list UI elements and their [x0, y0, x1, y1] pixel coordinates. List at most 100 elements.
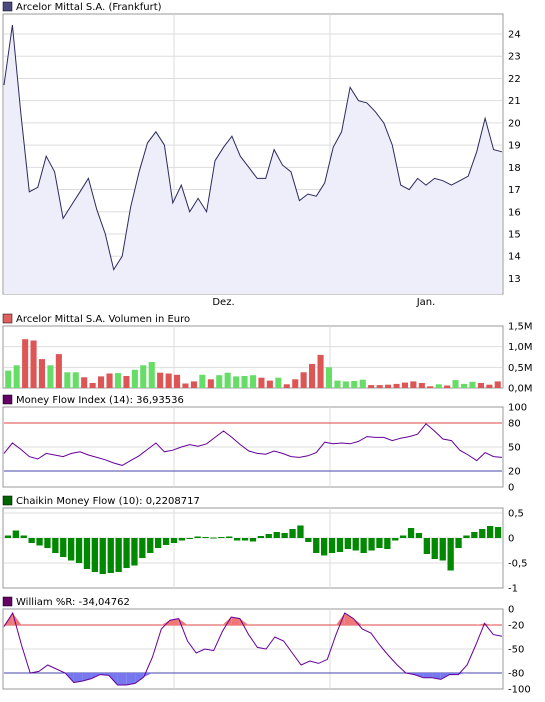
- volume-bar: [106, 373, 113, 388]
- volume-bar: [325, 367, 332, 388]
- volume-bar: [5, 370, 12, 388]
- volume-bar: [233, 376, 240, 388]
- chaikin-bar: [60, 538, 67, 557]
- price-panel: Arcelor Mittal S.A. (Frankfurt) 13 14 15 16…: [2, 1, 521, 308]
- mfi-series: [3, 423, 503, 466]
- chaikin-bar: [289, 529, 296, 538]
- overbought-fill: [475, 623, 485, 625]
- chaikin-bar: [297, 525, 304, 538]
- chaikin-bar: [494, 527, 502, 538]
- volume-bar: [148, 362, 155, 388]
- y-tick-label: -80: [508, 669, 524, 680]
- y-tick-label: 1,5M: [508, 322, 533, 333]
- chaikin-bar: [123, 538, 130, 568]
- volume-legend-swatch: [2, 313, 13, 324]
- chaikin-bar: [36, 538, 43, 546]
- x-tick-label-dez: Dez.: [212, 297, 234, 308]
- volume-bar: [22, 339, 29, 388]
- chaikin-bar: [210, 537, 217, 539]
- mfi-panel: Money Flow Index (14): 36,93536 0 20 50 80 1…: [2, 394, 527, 494]
- volume-bar: [98, 376, 105, 388]
- chaikin-bar: [455, 538, 462, 548]
- y-tick-label: 0,5: [508, 509, 524, 520]
- volume-bar: [376, 385, 383, 388]
- chaikin-bar: [131, 538, 138, 566]
- chaikin-bar: [479, 529, 486, 538]
- volume-bar: [283, 384, 290, 388]
- williams-title: William %R: -34,04762: [16, 597, 130, 608]
- chaikin-bars: [4, 525, 502, 574]
- volume-bar: [89, 383, 96, 388]
- y-tick-label: 100: [508, 403, 527, 414]
- volume-bar: [351, 381, 358, 388]
- y-tick-label: 15: [508, 230, 521, 241]
- y-tick-label: 19: [508, 141, 521, 152]
- volume-bar: [114, 373, 121, 388]
- mfi-grid: [4, 407, 502, 487]
- chaikin-bar: [423, 538, 430, 554]
- volume-title: Arcelor Mittal S.A. Volumen in Euro: [16, 314, 190, 325]
- chaikin-bar: [155, 538, 162, 548]
- price-legend-swatch: [2, 1, 13, 12]
- volume-bar: [250, 375, 257, 388]
- chaikin-bar: [20, 535, 27, 538]
- chaikin-bar: [249, 538, 257, 542]
- volume-bar: [55, 354, 62, 388]
- y-tick-label: 18: [508, 163, 521, 174]
- volume-bar: [81, 377, 88, 388]
- chaikin-bar: [281, 533, 288, 538]
- y-tick-label: 1,0M: [508, 342, 533, 353]
- chaikin-bar: [28, 538, 35, 543]
- chaikin-bar: [257, 536, 264, 538]
- chaikin-bar: [344, 538, 351, 549]
- price-y-axis: 13 14 15 16 17 18 19 20 21 22 23 24: [508, 30, 521, 285]
- volume-bar: [401, 382, 408, 388]
- oversold-fill: [423, 673, 433, 678]
- williams-panel: William %R: -34,04762 -100 -80 -50 -20 0: [2, 596, 531, 696]
- chaikin-bar: [471, 532, 478, 538]
- volume-bar: [224, 372, 231, 388]
- y-tick-label: 80: [508, 419, 521, 430]
- y-tick-label: -0,5: [508, 559, 528, 570]
- mfi-y-axis: 0 20 50 80 100: [508, 403, 527, 494]
- y-tick-label: -100: [508, 685, 531, 696]
- volume-bar: [30, 340, 37, 388]
- volume-bar: [275, 377, 282, 388]
- volume-bar: [292, 379, 299, 388]
- volume-bar: [266, 380, 273, 388]
- volume-bar: [72, 372, 79, 388]
- chaikin-legend-swatch: [2, 495, 13, 506]
- y-tick-label: 20: [508, 118, 521, 129]
- volume-bar: [165, 373, 172, 388]
- chaikin-bar: [44, 538, 51, 548]
- volume-bar: [123, 376, 130, 388]
- chaikin-bar: [147, 538, 154, 553]
- chaikin-panel: Chaikin Money Flow (10): 0,2208717 -1 -0,…: [2, 495, 528, 595]
- chaikin-bar: [194, 536, 201, 538]
- volume-bar: [182, 383, 189, 388]
- volume-bar: [444, 385, 451, 388]
- volume-bar: [469, 381, 476, 388]
- chaikin-bar: [487, 526, 494, 538]
- chaikin-bar: [99, 538, 106, 574]
- chaikin-bar: [202, 537, 209, 538]
- price-x-axis: Dez. Jan.: [212, 297, 435, 308]
- chaikin-bar: [352, 538, 359, 551]
- price-series: [3, 25, 503, 294]
- volume-bar: [207, 379, 214, 388]
- volume-bar: [13, 365, 20, 388]
- chaikin-bar: [4, 535, 12, 538]
- chaikin-bar: [384, 538, 391, 549]
- chaikin-bar: [360, 538, 367, 553]
- chaikin-bar: [68, 538, 75, 561]
- chaikin-bar: [328, 538, 336, 553]
- chaikin-bar: [415, 533, 423, 538]
- chaikin-bar: [91, 538, 98, 572]
- volume-bar: [452, 380, 459, 388]
- y-tick-label: 0,5M: [508, 363, 533, 374]
- volume-bar: [216, 375, 223, 388]
- y-tick-label: 21: [508, 96, 521, 107]
- volume-bar: [385, 384, 392, 388]
- volume-bar: [368, 385, 375, 388]
- chaikin-bar: [12, 530, 19, 538]
